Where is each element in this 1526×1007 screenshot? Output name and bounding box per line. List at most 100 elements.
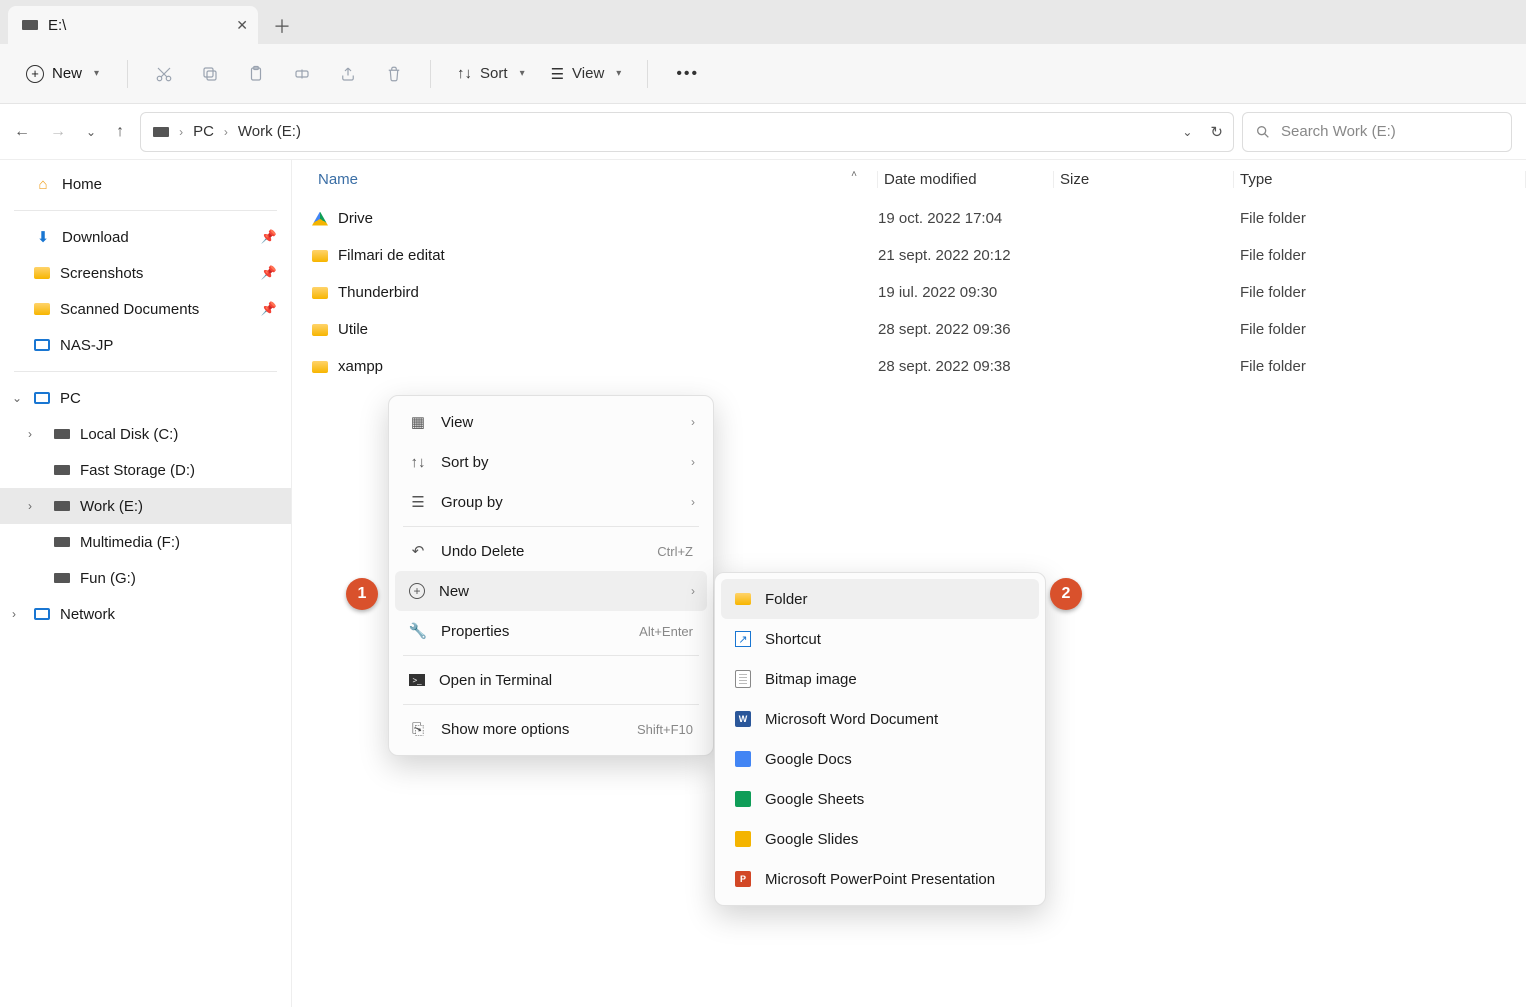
table-row[interactable]: Utile28 sept. 2022 09:36File folder [292, 311, 1526, 348]
folder-icon [312, 250, 328, 262]
separator [14, 371, 277, 372]
up-button[interactable]: ↑ [116, 123, 124, 141]
address-bar[interactable]: › PC › Work (E:) ⌄ ↻ [140, 112, 1234, 152]
sidebar-network[interactable]: › Network [0, 596, 291, 632]
sort-label: Sort [480, 65, 508, 82]
file-type: File folder [1234, 284, 1526, 301]
terminal-icon: >_ [409, 674, 425, 686]
table-row[interactable]: Thunderbird19 iul. 2022 09:30File folder [292, 274, 1526, 311]
ctx-more-options[interactable]: ⎘Show more optionsShift+F10 [395, 709, 707, 749]
search-icon [1255, 124, 1271, 140]
ctx-label: New [439, 583, 693, 600]
file-name: Thunderbird [338, 284, 419, 301]
tab-active[interactable]: E:\ ✕ [8, 6, 258, 44]
chevron-right-icon[interactable]: › [28, 427, 32, 441]
ctx-terminal[interactable]: >_Open in Terminal [395, 660, 707, 700]
ctx-new[interactable]: +New› [395, 571, 707, 611]
new-button[interactable]: + New ▾ [14, 59, 111, 89]
plus-circle-icon: + [409, 583, 425, 599]
chevron-right-icon[interactable]: › [28, 499, 32, 513]
chevron-down-icon[interactable]: ⌄ [12, 391, 22, 405]
folder-icon [312, 287, 328, 299]
navigation-row: ← → ⌄ ↑ › PC › Work (E:) ⌄ ↻ Search Work… [0, 104, 1526, 160]
submenu-gsheets[interactable]: Google Sheets [721, 779, 1039, 819]
share-icon[interactable] [328, 54, 368, 94]
new-label: New [52, 65, 82, 82]
submenu-bitmap[interactable]: Bitmap image [721, 659, 1039, 699]
sort-button[interactable]: ↑↓ Sort ▾ [447, 59, 535, 88]
separator [403, 655, 699, 656]
address-dropdown-icon[interactable]: ⌄ [1182, 125, 1192, 139]
rename-icon[interactable] [282, 54, 322, 94]
sidebar-drive-c[interactable]: › Local Disk (C:) [0, 416, 291, 452]
ctx-group-by[interactable]: ☰Group by› [395, 482, 707, 522]
column-size[interactable]: Size [1054, 171, 1234, 188]
sidebar-drive-d[interactable]: Fast Storage (D:) [0, 452, 291, 488]
table-row[interactable]: Drive19 oct. 2022 17:04File folder [292, 200, 1526, 237]
column-date-label: Date modified [884, 171, 977, 188]
ctx-shortcut: Ctrl+Z [657, 544, 693, 559]
view-button[interactable]: ☰ View ▾ [541, 59, 632, 89]
sidebar-drive-e[interactable]: › Work (E:) [0, 488, 291, 524]
cut-icon[interactable] [144, 54, 184, 94]
pin-icon[interactable]: 📌 [261, 301, 277, 317]
submenu-word[interactable]: WMicrosoft Word Document [721, 699, 1039, 739]
search-box[interactable]: Search Work (E:) [1242, 112, 1512, 152]
folder-icon [34, 267, 50, 279]
column-name[interactable]: Name˄ [312, 171, 878, 188]
column-type-label: Type [1240, 171, 1273, 188]
sidebar-home[interactable]: ⌂ Home [0, 166, 291, 202]
column-type[interactable]: Type [1234, 171, 1526, 188]
gdocs-icon [735, 751, 751, 767]
sidebar-quick-screenshots[interactable]: Screenshots 📌 [0, 255, 291, 291]
submenu-label: Google Docs [765, 751, 1025, 768]
ctx-undo[interactable]: ↶Undo DeleteCtrl+Z [395, 531, 707, 571]
chevron-right-icon[interactable]: › [12, 607, 16, 621]
breadcrumb-drive[interactable]: Work (E:) [238, 123, 301, 140]
ctx-properties[interactable]: 🔧PropertiesAlt+Enter [395, 611, 707, 651]
forward-button[interactable]: → [50, 123, 66, 141]
chevron-down-icon: ▾ [94, 68, 99, 79]
sidebar-network-label: Network [60, 606, 115, 623]
table-row[interactable]: Filmari de editat21 sept. 2022 20:12File… [292, 237, 1526, 274]
back-button[interactable]: ← [14, 123, 30, 141]
delete-icon[interactable] [374, 54, 414, 94]
sidebar-drive-f[interactable]: Multimedia (F:) [0, 524, 291, 560]
submenu-ppt[interactable]: PMicrosoft PowerPoint Presentation [721, 859, 1039, 899]
sidebar-quick-nas[interactable]: NAS-JP [0, 327, 291, 363]
pin-icon[interactable]: 📌 [261, 229, 277, 245]
sidebar-item-label: NAS-JP [60, 337, 113, 354]
table-row[interactable]: xampp28 sept. 2022 09:38File folder [292, 348, 1526, 385]
column-name-label: Name [318, 171, 358, 188]
callout-label: 2 [1062, 585, 1071, 603]
ctx-view[interactable]: ▦View› [395, 402, 707, 442]
file-date: 21 sept. 2022 20:12 [878, 247, 1054, 264]
ctx-label: Group by [441, 494, 693, 511]
submenu-gslides[interactable]: Google Slides [721, 819, 1039, 859]
pin-icon[interactable]: 📌 [261, 265, 277, 281]
breadcrumb-pc[interactable]: PC [193, 123, 214, 140]
submenu-shortcut[interactable]: ↗Shortcut [721, 619, 1039, 659]
sidebar-pc[interactable]: ⌄ PC [0, 380, 291, 416]
new-tab-button[interactable]: ＋ [264, 8, 300, 44]
pc-icon [34, 392, 50, 404]
copy-icon[interactable] [190, 54, 230, 94]
sidebar-quick-scanned[interactable]: Scanned Documents 📌 [0, 291, 291, 327]
tab-strip: E:\ ✕ ＋ [0, 0, 1526, 44]
submenu-folder[interactable]: Folder [721, 579, 1039, 619]
submenu-gdocs[interactable]: Google Docs [721, 739, 1039, 779]
refresh-icon[interactable]: ↻ [1210, 123, 1223, 141]
ctx-sort-by[interactable]: ↑↓Sort by› [395, 442, 707, 482]
sidebar-item-label: Scanned Documents [60, 301, 199, 318]
recent-button[interactable]: ⌄ [86, 125, 96, 139]
chevron-down-icon: ▾ [520, 68, 525, 79]
close-icon[interactable]: ✕ [236, 17, 248, 34]
sidebar-home-label: Home [62, 176, 102, 193]
drive-icon [54, 537, 70, 547]
column-date[interactable]: Date modified [878, 171, 1054, 188]
paste-icon[interactable] [236, 54, 276, 94]
sidebar-quick-download[interactable]: ⬇ Download 📌 [0, 219, 291, 255]
file-date: 28 sept. 2022 09:36 [878, 321, 1054, 338]
more-button[interactable]: ••• [664, 65, 711, 83]
sidebar-drive-g[interactable]: Fun (G:) [0, 560, 291, 596]
